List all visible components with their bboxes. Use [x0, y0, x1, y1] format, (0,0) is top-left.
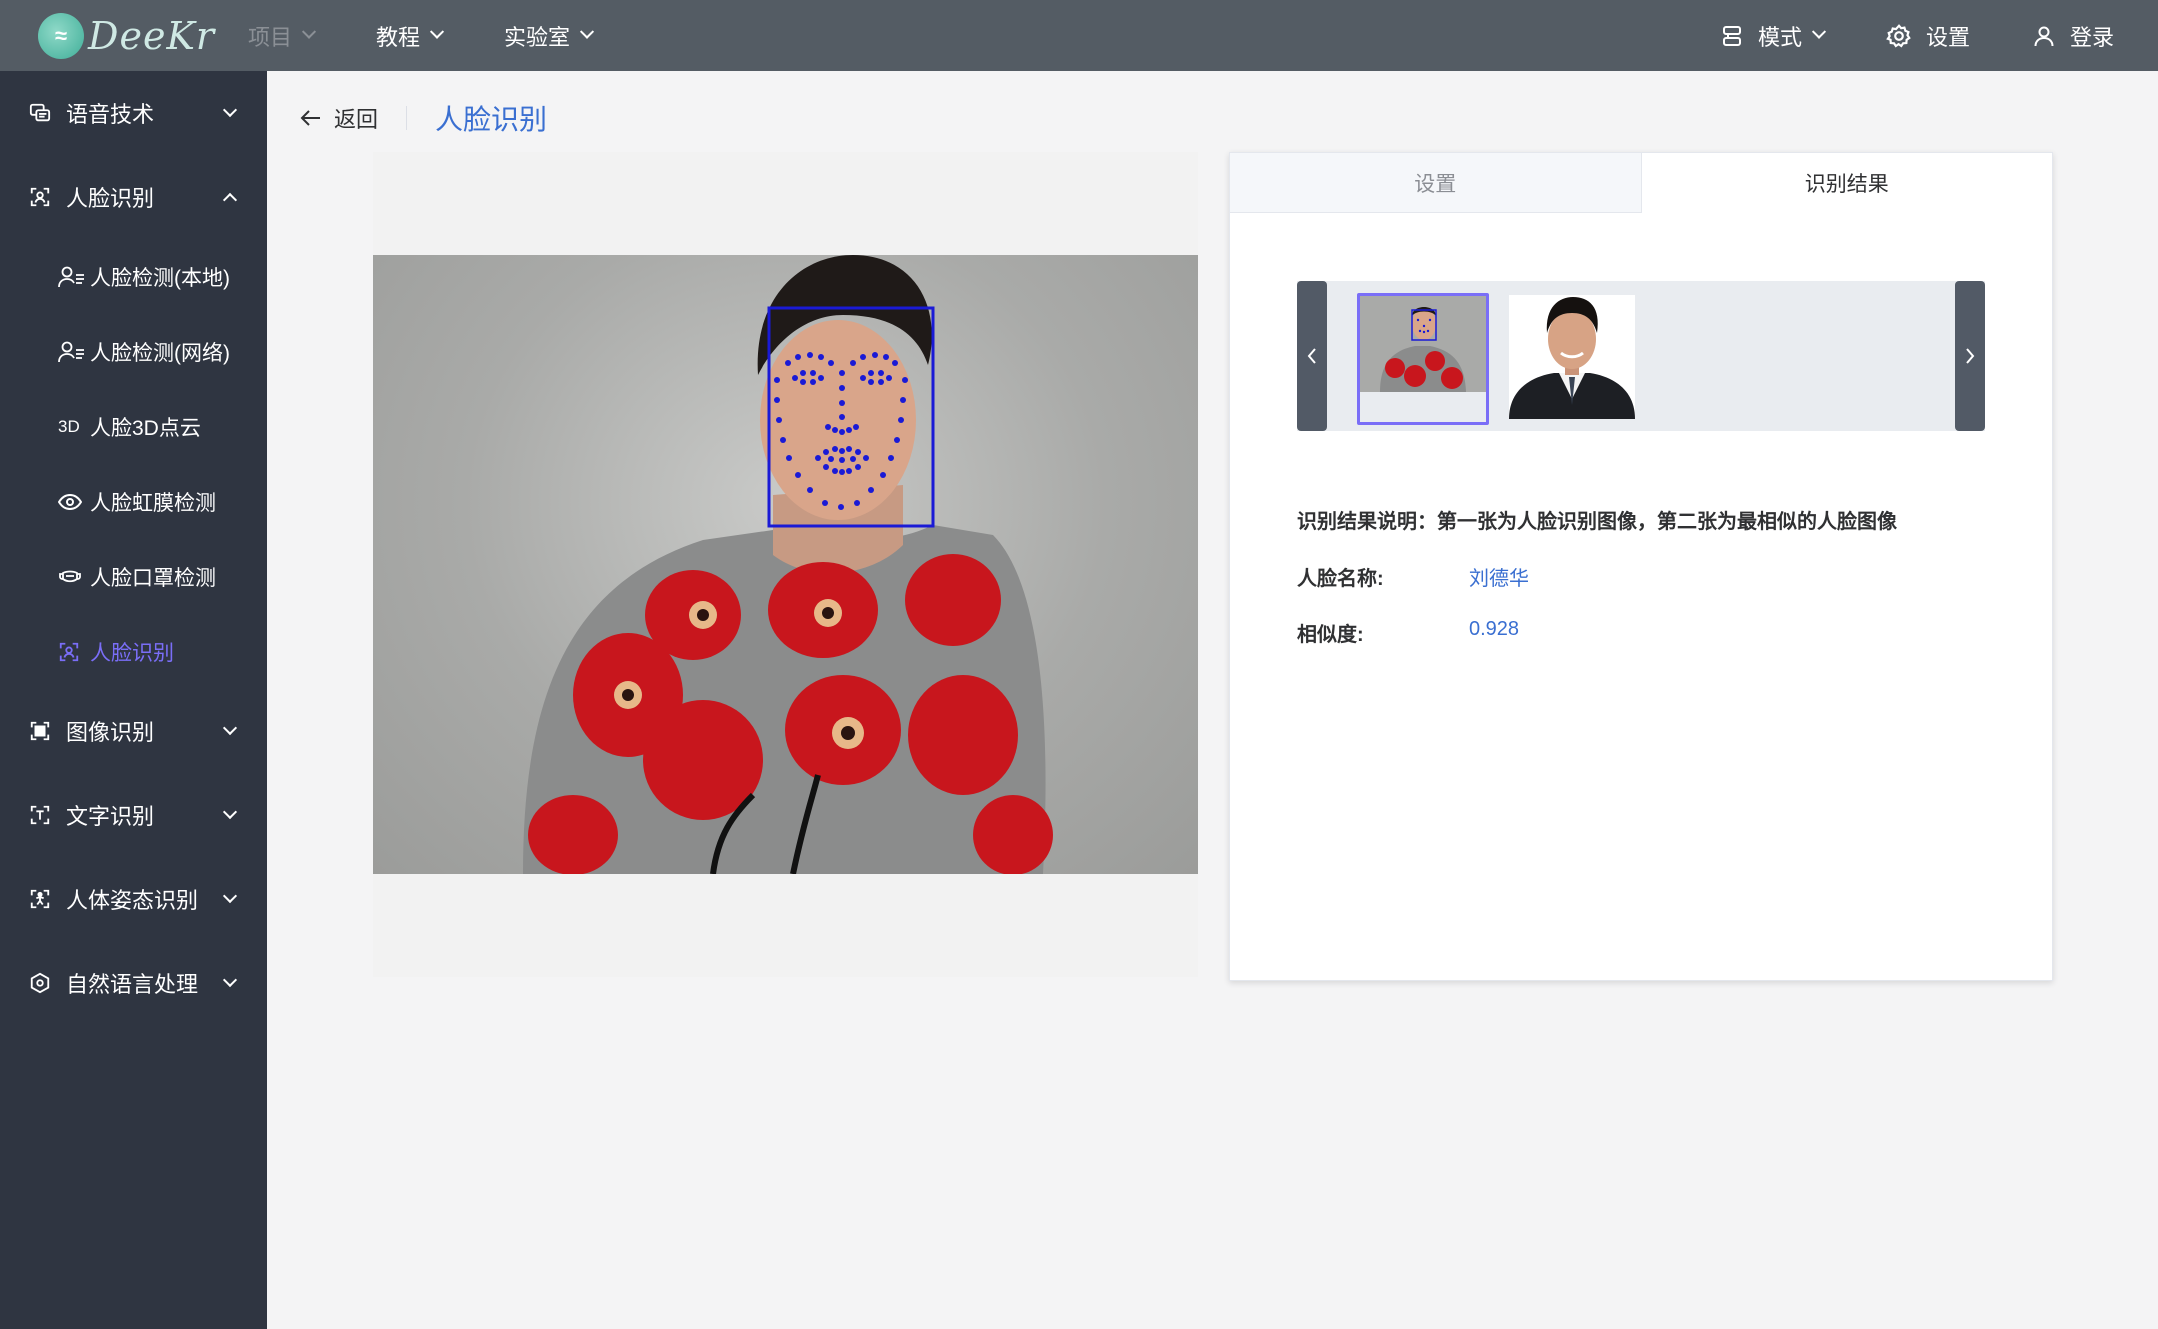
chevron-down-icon [222, 972, 238, 988]
carousel-next-button[interactable] [1955, 281, 1985, 431]
sidebar-group-face[interactable]: 人脸识别 [0, 155, 267, 239]
login-button[interactable]: 登录 [2032, 20, 2114, 52]
settings-button[interactable]: 设置 [1886, 20, 1970, 52]
login-label: 登录 [2069, 24, 2114, 50]
similarity-value: 0.928 [1469, 618, 1520, 640]
chevron-down-icon [222, 102, 238, 118]
sidebar-item-label: 人脸口罩检测 [90, 566, 216, 590]
arrow-left-icon [300, 110, 320, 126]
face-name-label: 人脸名称: [1297, 568, 1384, 590]
nlp-icon [28, 971, 52, 995]
image-icon [28, 719, 52, 743]
logo[interactable]: ≈ DeeKr [38, 12, 218, 59]
breadcrumb-divider [406, 106, 408, 130]
text-icon [28, 803, 52, 827]
image-preview-panel [373, 152, 1198, 977]
menu-tutorials[interactable]: 教程 [376, 20, 445, 52]
mask-icon [58, 565, 86, 589]
mode-label: 模式 [1757, 24, 1802, 50]
3d-icon: 3D [58, 416, 80, 436]
sidebar: 语音技术 人脸识别 人脸检测(本地) 人脸检测(网络) 3D 人脸3D点云 人脸… [0, 71, 267, 1329]
gear-icon [1886, 23, 1911, 47]
settings-label: 设置 [1925, 24, 1970, 50]
chevron-down-icon [301, 24, 317, 39]
logo-icon: ≈ [38, 12, 84, 59]
similarity-row: 相似度: 0.928 [1297, 618, 1519, 647]
sidebar-item-label: 人脸3D点云 [90, 416, 201, 440]
carousel-prev-button[interactable] [1297, 281, 1327, 431]
face-name-row: 人脸名称: 刘德华 [1297, 562, 1529, 591]
sidebar-item-label: 人脸检测(网络) [90, 341, 230, 365]
logo-text: DeeKr [88, 13, 215, 58]
sidebar-group-pose[interactable]: 人体姿态识别 [0, 857, 267, 941]
chevron-up-icon [222, 192, 238, 208]
result-tabs: 设置 识别结果 [1230, 153, 2052, 213]
sidebar-group-nlp[interactable]: 自然语言处理 [0, 941, 267, 1025]
top-menu: 项目 教程 实验室 [248, 20, 654, 52]
sidebar-item-face-detect-local[interactable]: 人脸检测(本地) [0, 239, 267, 314]
face-icon [58, 640, 86, 664]
back-button[interactable]: 返回 [300, 102, 378, 134]
chevron-down-icon [222, 720, 238, 736]
sidebar-group-image[interactable]: 图像识别 [0, 689, 267, 773]
eye-icon [58, 490, 86, 514]
sidebar-group-label: 人脸识别 [66, 186, 155, 211]
sidebar-item-label: 人脸识别 [90, 641, 174, 665]
sidebar-group-speech[interactable]: 语音技术 [0, 71, 267, 155]
user-list-icon [58, 340, 86, 364]
chevron-down-icon [222, 804, 238, 820]
menu-lab[interactable]: 实验室 [504, 20, 595, 52]
chevron-down-icon [222, 888, 238, 904]
speech-icon [28, 101, 52, 125]
thumbnail-detected-image[interactable] [1357, 293, 1489, 425]
sidebar-group-text[interactable]: 文字识别 [0, 773, 267, 857]
mode-icon [1722, 25, 1741, 46]
chevron-down-icon [1811, 24, 1827, 39]
page-title: 人脸识别 [435, 104, 548, 135]
top-right-actions: 模式 设置 登录 [1658, 20, 2114, 52]
sidebar-group-label: 图像识别 [66, 720, 155, 745]
sidebar-item-face-detect-network[interactable]: 人脸检测(网络) [0, 314, 267, 389]
sidebar-group-label: 文字识别 [66, 804, 155, 829]
chevron-left-icon [1307, 348, 1316, 364]
sidebar-item-mask[interactable]: 人脸口罩检测 [0, 539, 267, 614]
sidebar-group-label: 语音技术 [66, 102, 155, 127]
menu-projects[interactable]: 项目 [248, 20, 317, 52]
menu-projects-label: 项目 [248, 24, 293, 50]
similarity-label: 相似度: [1297, 624, 1364, 646]
mode-dropdown[interactable]: 模式 [1720, 20, 1827, 52]
back-label: 返回 [334, 107, 379, 132]
pose-icon [28, 887, 52, 911]
user-icon [2034, 26, 2054, 46]
sidebar-item-iris[interactable]: 人脸虹膜检测 [0, 464, 267, 539]
detection-image [373, 255, 1198, 874]
top-navbar: ≈ DeeKr 项目 教程 实验室 模式 设置 登录 [0, 0, 2158, 71]
menu-tutorials-label: 教程 [376, 24, 421, 50]
chevron-right-icon [1966, 348, 1975, 364]
sidebar-item-label: 人脸虹膜检测 [90, 491, 216, 515]
sidebar-item-label: 人脸检测(本地) [90, 266, 230, 290]
chevron-down-icon [429, 24, 445, 39]
breadcrumb: 返回 人脸识别 [300, 100, 547, 136]
face-icon [28, 185, 52, 209]
chevron-down-icon [579, 24, 595, 39]
sidebar-group-label: 人体姿态识别 [66, 888, 199, 913]
user-list-icon [58, 265, 86, 289]
face-name-value: 刘德华 [1469, 568, 1529, 590]
thumbnail-matched-face[interactable] [1509, 295, 1635, 419]
tab-settings[interactable]: 设置 [1230, 153, 1642, 213]
menu-lab-label: 实验室 [504, 24, 571, 50]
result-description: 识别结果说明：第一张为人脸识别图像，第二张为最相似的人脸图像 [1297, 511, 1897, 533]
sidebar-item-face-recognition[interactable]: 人脸识别 [0, 614, 267, 689]
result-panel: 设置 识别结果 识别结果说明：第一张为人脸识别图像，第二张为最相似的人脸图像 人… [1229, 152, 2053, 981]
sidebar-item-face-3d[interactable]: 3D 人脸3D点云 [0, 389, 267, 464]
tab-recognition-result[interactable]: 识别结果 [1641, 153, 2052, 213]
sidebar-group-label: 自然语言处理 [66, 972, 199, 997]
image-carousel [1297, 281, 1985, 431]
